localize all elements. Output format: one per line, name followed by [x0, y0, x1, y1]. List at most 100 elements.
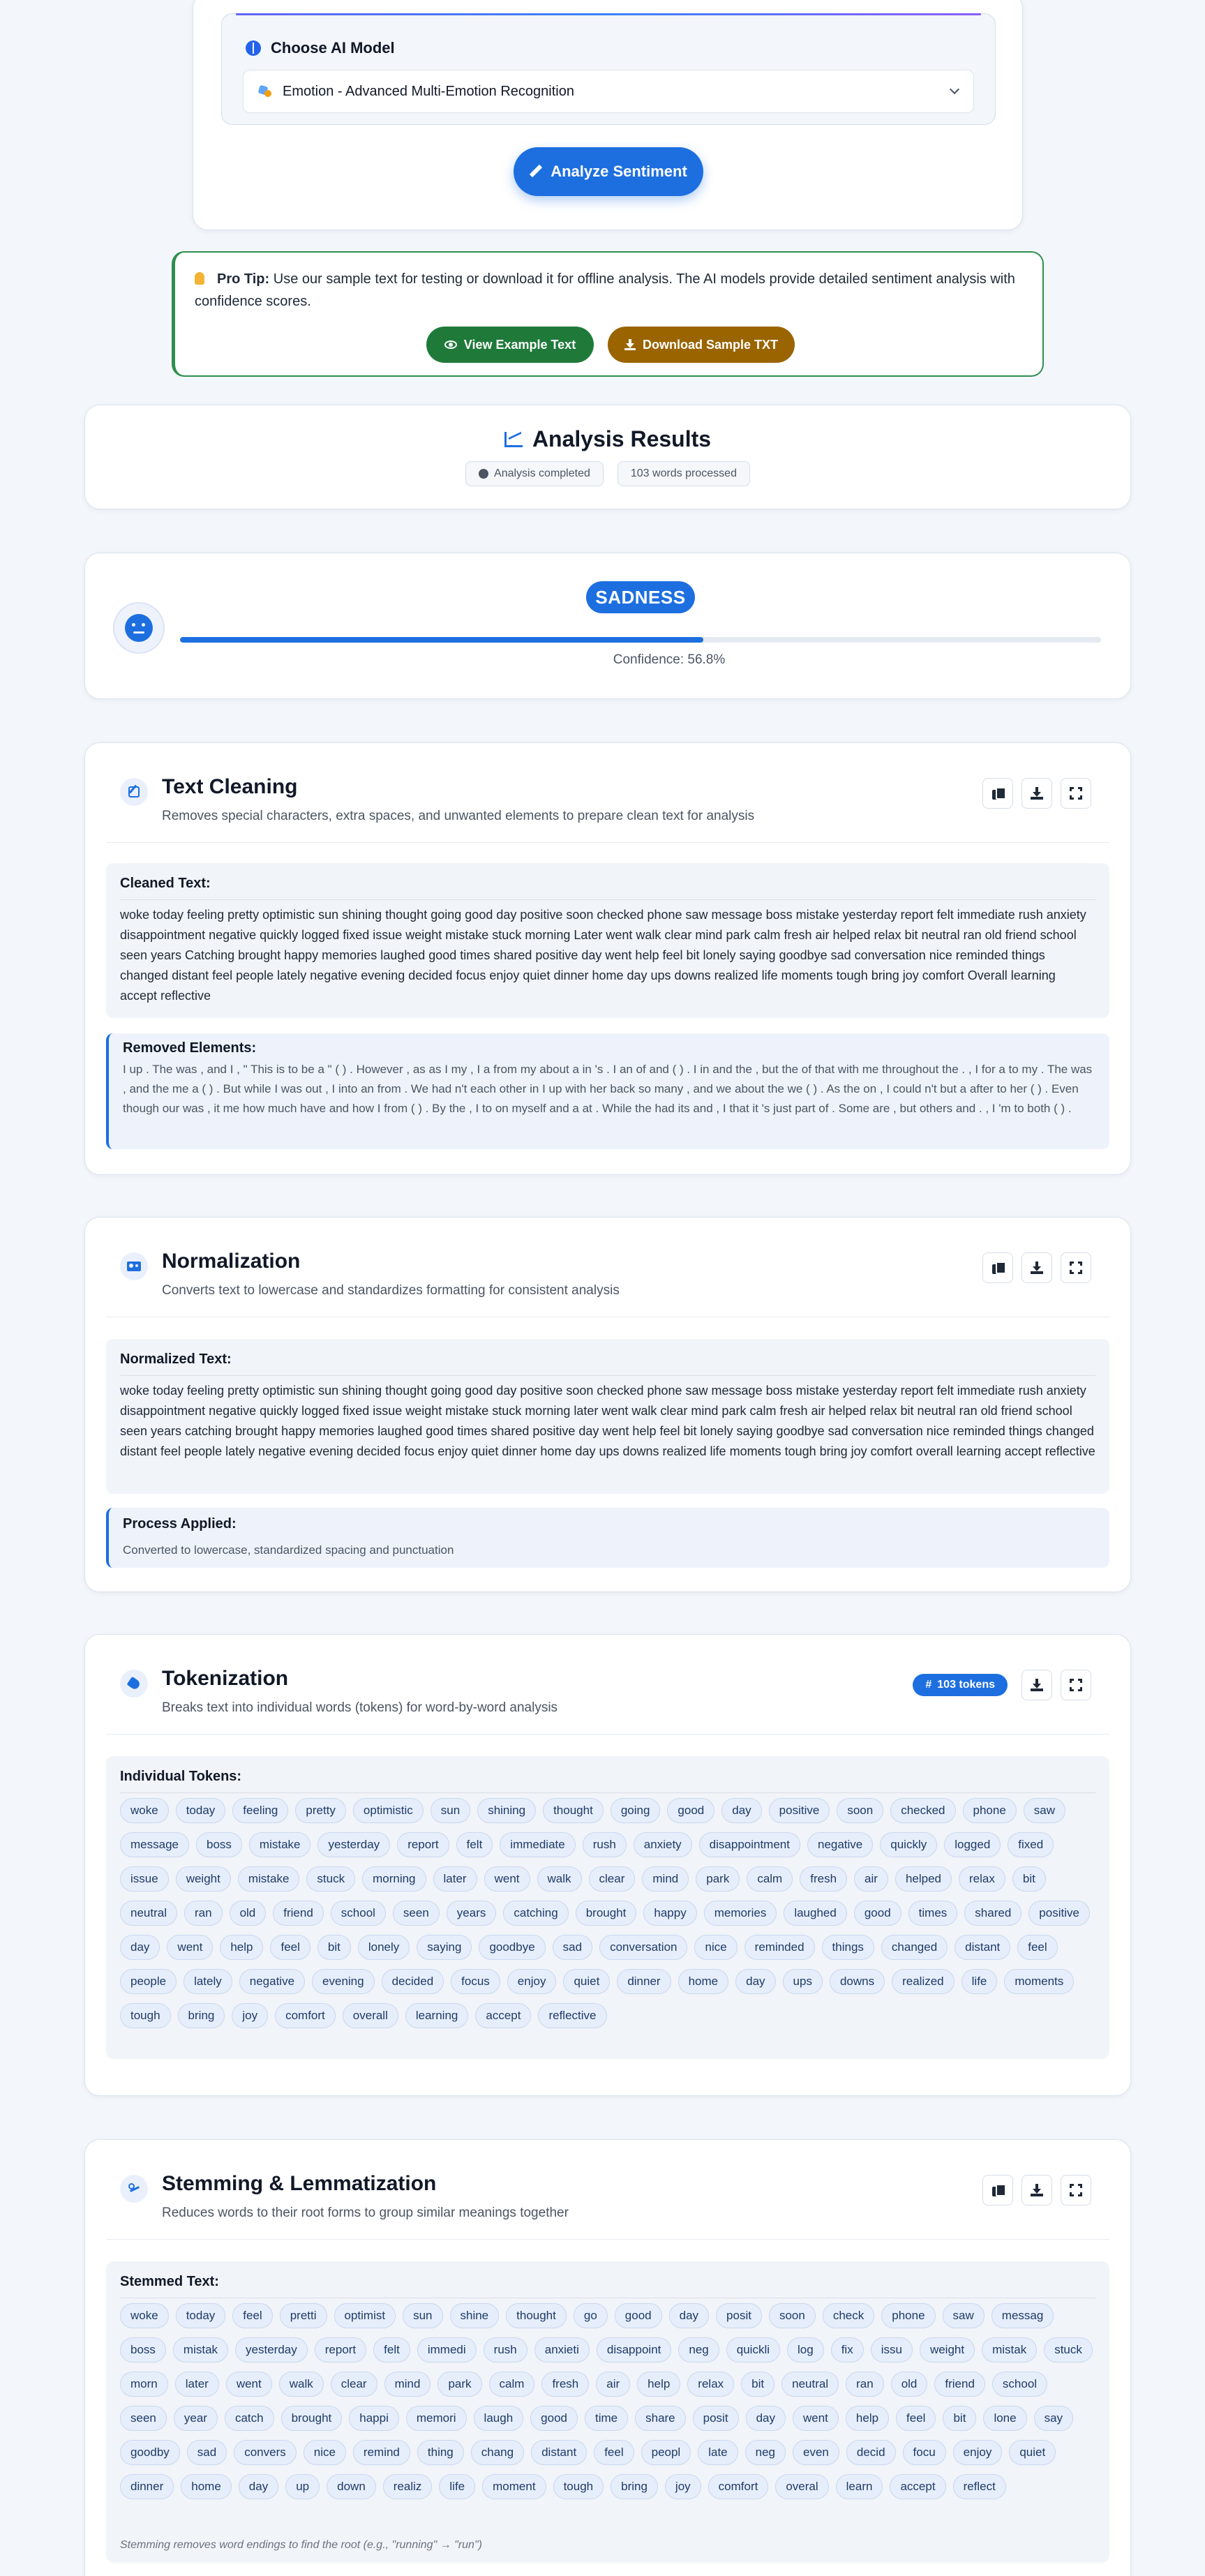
confidence-text: Confidence: 56.8%	[613, 652, 726, 667]
token-chip: report	[397, 1832, 449, 1857]
stem-chip: feel	[232, 2303, 273, 2328]
download-sample-button[interactable]: Download Sample TXT	[608, 327, 795, 363]
stem-chip: chang	[470, 2440, 525, 2465]
copy-button[interactable]	[982, 778, 1013, 809]
token-chip: immediate	[500, 1832, 576, 1857]
divider	[106, 2239, 1109, 2240]
word-count-badge: 103 words processed	[617, 461, 750, 486]
token-chip: relax	[959, 1866, 1005, 1892]
stem-chip: enjoy	[952, 2440, 1003, 2465]
stem-chip: convers	[234, 2440, 297, 2465]
stem-chip: walk	[278, 2372, 324, 2397]
token-chip: home	[678, 1969, 729, 1994]
stem-chip: boss	[120, 2337, 166, 2362]
token-icon-wrap	[120, 1670, 148, 1698]
token-chip: walk	[537, 1866, 582, 1892]
stem-chip: feel	[594, 2440, 634, 2465]
token-chip: yesterday	[317, 1832, 391, 1857]
stem-chip: friend	[934, 2372, 985, 2397]
token-chip: friend	[273, 1901, 324, 1926]
stem-chip: log	[787, 2337, 824, 2362]
stem-chip: realiz	[382, 2474, 433, 2499]
model-select[interactable]: Emotion - Advanced Multi-Emotion Recogni…	[243, 70, 974, 113]
section-actions	[982, 778, 1091, 809]
view-example-text-button[interactable]: View Example Text	[426, 327, 594, 363]
stem-chip: neutral	[781, 2372, 839, 2397]
stem-chip: issu	[870, 2337, 913, 2362]
accent-line	[236, 13, 981, 15]
stem-chip: year	[173, 2406, 218, 2431]
token-chip: conversation	[599, 1935, 688, 1960]
stem-chip: up	[285, 2474, 320, 2499]
expand-button[interactable]	[1061, 1670, 1091, 1700]
copy-button[interactable]	[982, 2175, 1013, 2206]
expand-button[interactable]	[1061, 1252, 1091, 1283]
download-button[interactable]	[1021, 2175, 1052, 2206]
stem-icon-wrap	[120, 2175, 148, 2203]
token-chip: old	[229, 1901, 267, 1926]
token-chip: comfort	[275, 2003, 336, 2028]
stem-chip: rush	[483, 2337, 527, 2362]
token-chip: goodbye	[479, 1935, 546, 1960]
copy-button[interactable]	[982, 1252, 1013, 1283]
stem-chip: lone	[983, 2406, 1027, 2431]
stem-chip: day	[238, 2474, 279, 2499]
stem-chip: remind	[352, 2440, 410, 2465]
expand-button[interactable]	[1061, 2175, 1091, 2206]
stem-chip: go	[573, 2303, 608, 2328]
stem-chip: weight	[919, 2337, 975, 2362]
normalization-card: Normalization Converts text to lowercase…	[84, 1217, 1131, 1592]
token-chip: dinner	[617, 1969, 671, 1994]
token-chip: saw	[1023, 1798, 1066, 1823]
stem-chip: learn	[835, 2474, 883, 2499]
token-chip: issue	[120, 1866, 169, 1892]
lightbulb-icon	[195, 272, 204, 285]
token-chip: downs	[829, 1969, 885, 1994]
token-chip: tough	[120, 2003, 171, 2028]
pencil-icon	[530, 165, 542, 178]
download-button[interactable]	[1021, 1670, 1052, 1700]
clock-icon	[479, 469, 489, 479]
stem-chip: morn	[120, 2372, 168, 2397]
stem-chip: thought	[506, 2303, 567, 2328]
token-chip: checked	[890, 1798, 956, 1823]
token-chip: moments	[1004, 1969, 1075, 1994]
stem-chip: sad	[186, 2440, 227, 2465]
copy-icon	[992, 1261, 1006, 1274]
stem-chip: saw	[942, 2303, 985, 2328]
token-chip: accept	[475, 2003, 532, 2028]
stem-chip: distant	[531, 2440, 587, 2465]
cleaned-text: woke today feeling pretty optimistic sun…	[120, 908, 1086, 1003]
chart-line-icon	[504, 431, 523, 447]
stem-chip: share	[635, 2406, 686, 2431]
stem-chip: memori	[405, 2406, 467, 2431]
divider	[106, 1734, 1109, 1735]
download-button[interactable]	[1021, 778, 1052, 809]
sad-face-icon	[113, 602, 165, 654]
stem-chip: joy	[664, 2474, 701, 2499]
token-chip: park	[696, 1866, 740, 1892]
expand-icon	[1070, 1261, 1082, 1274]
model-card: Choose AI Model Emotion - Advanced Multi…	[193, 0, 1023, 230]
stem-chip: phone	[881, 2303, 936, 2328]
token-chip: went	[167, 1935, 214, 1960]
expand-button[interactable]	[1061, 778, 1091, 809]
analyze-sentiment-button[interactable]: Analyze Sentiment	[514, 147, 703, 196]
panel-divider	[120, 1792, 1095, 1793]
token-chip: lately	[184, 1969, 232, 1994]
removed-text: I up . The was , and I , " This is to be…	[123, 1063, 1093, 1115]
broom-icon	[128, 786, 140, 797]
download-button[interactable]	[1021, 1252, 1052, 1283]
stem-chip: catch	[224, 2406, 274, 2431]
stem-chip: air	[596, 2372, 631, 2397]
normalized-text-panel: Normalized Text: woke today feeling pret…	[106, 1339, 1109, 1494]
section-title: Tokenization	[162, 1667, 289, 1690]
stem-chip: stuck	[1044, 2337, 1093, 2362]
scissors-icon	[128, 2183, 140, 2194]
stem-chip: nice	[303, 2440, 346, 2465]
stem-chip: soon	[768, 2303, 816, 2328]
panel-divider	[120, 899, 1095, 900]
normalized-text: woke today feeling pretty optimistic sun…	[120, 1384, 1095, 1458]
section-actions: # 103 tokens	[913, 1670, 1091, 1700]
stem-chip: messag	[991, 2303, 1054, 2328]
